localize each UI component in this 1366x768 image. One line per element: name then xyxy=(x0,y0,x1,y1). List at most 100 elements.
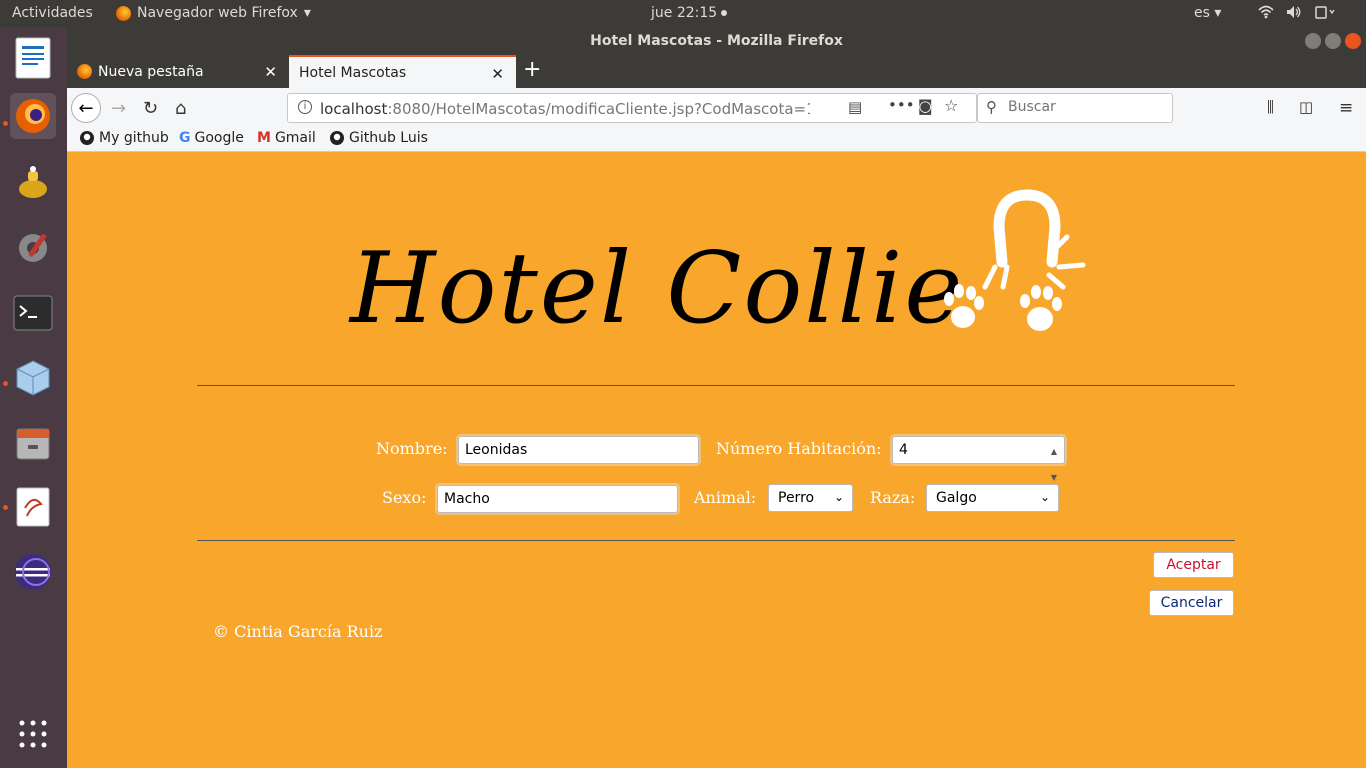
cancelar-button[interactable]: Cancelar xyxy=(1149,590,1234,616)
number-spinner[interactable]: ▲ ▼ xyxy=(1048,439,1060,482)
bookmark-label: Google xyxy=(194,130,244,146)
footer-copyright: © Cintia García Ruiz xyxy=(213,622,383,641)
menu-icon[interactable]: ≡ xyxy=(1339,98,1353,118)
github-icon xyxy=(330,131,344,145)
animal-select[interactable]: Perro ⌄ xyxy=(768,484,853,512)
show-applications-button[interactable] xyxy=(10,711,56,757)
chevron-down-icon: ▾ xyxy=(1214,5,1222,21)
notification-dot xyxy=(721,10,728,16)
volume-icon xyxy=(1287,6,1301,18)
cube-icon xyxy=(16,360,50,396)
app-menu-label: Navegador web Firefox xyxy=(137,5,298,21)
app-menu[interactable]: Navegador web Firefox ▾ xyxy=(116,5,311,21)
firefox-icon xyxy=(116,5,131,21)
search-input[interactable] xyxy=(1008,99,1158,115)
grid-icon xyxy=(19,720,47,748)
close-tab-icon[interactable]: ✕ xyxy=(491,65,504,83)
dock-virtualbox[interactable] xyxy=(10,355,56,401)
github-icon xyxy=(80,131,94,145)
bookmark-google[interactable]: G Google xyxy=(179,130,244,146)
system-tray[interactable] xyxy=(1258,5,1336,19)
window-title: Hotel Mascotas - Mozilla Firefox xyxy=(590,33,843,49)
chevron-down-icon: ⌄ xyxy=(1039,490,1050,504)
url-path: :8080/HotelMascotas/modificaCliente.jsp?… xyxy=(387,100,810,118)
chevron-down-icon: ▾ xyxy=(303,5,311,21)
nombre-input[interactable] xyxy=(458,436,699,464)
header-divider xyxy=(197,385,1235,386)
search-icon: ⚲ xyxy=(986,98,997,116)
pocket-icon[interactable]: ◙ xyxy=(918,97,933,115)
bookmark-my-github[interactable]: My github xyxy=(79,130,169,146)
sexo-input[interactable] xyxy=(437,485,678,513)
page-content: Hotel Collie Nombre: Número Habitación: … xyxy=(67,152,1366,768)
clock-label: jue 22:15 xyxy=(651,5,718,21)
clock[interactable]: jue 22:15 xyxy=(651,5,728,21)
language-indicator[interactable]: es ▾ xyxy=(1194,5,1221,21)
navigation-toolbar: ← → ↻ ⌂ i localhost:8080/HotelMascotas/m… xyxy=(67,88,1366,128)
gmail-icon: M xyxy=(257,130,271,146)
dock-file-manager[interactable] xyxy=(10,420,56,466)
running-indicator xyxy=(3,381,8,386)
writer-icon xyxy=(15,37,51,79)
dock-document-viewer[interactable] xyxy=(10,484,56,530)
close-window-button[interactable] xyxy=(1345,33,1361,49)
dock-system-settings[interactable] xyxy=(10,225,56,271)
form-divider xyxy=(197,540,1235,541)
search-bar[interactable]: ⚲ xyxy=(977,93,1173,123)
tab-strip: Nueva pestaña ✕ Hotel Mascotas ✕ + xyxy=(67,55,1366,88)
spin-up-icon[interactable]: ▲ xyxy=(1051,439,1057,465)
document-viewer-icon xyxy=(16,487,50,527)
animal-label: Animal: xyxy=(694,488,757,507)
browser-window: Hotel Mascotas - Mozilla Firefox Nueva p… xyxy=(67,27,1366,768)
launcher-dock xyxy=(0,27,67,768)
forward-button[interactable]: → xyxy=(111,98,126,119)
wifi-icon xyxy=(1258,5,1274,19)
file-cabinet-icon xyxy=(16,428,50,460)
activities-button[interactable]: Actividades xyxy=(12,5,93,21)
maximize-button[interactable] xyxy=(1325,33,1341,49)
new-tab-button[interactable]: + xyxy=(523,57,541,82)
tab-hotel-mascotas[interactable]: Hotel Mascotas ✕ xyxy=(289,55,516,88)
bookmark-star-icon[interactable]: ☆ xyxy=(944,96,958,115)
library-icon[interactable]: ⫼ xyxy=(1267,98,1274,116)
minimize-button[interactable] xyxy=(1305,33,1321,49)
power-icon xyxy=(1315,6,1335,19)
raza-select[interactable]: Galgo ⌄ xyxy=(926,484,1059,512)
numero-habitacion-input[interactable]: 4 ▲ ▼ xyxy=(892,436,1065,482)
back-button[interactable]: ← xyxy=(71,93,101,123)
eclipse-icon xyxy=(15,554,51,590)
url-text: localhost:8080/HotelMascotas/modificaCli… xyxy=(320,100,810,118)
firefox-icon xyxy=(16,99,50,133)
dock-lamp[interactable] xyxy=(10,160,56,206)
dock-firefox[interactable] xyxy=(10,93,56,139)
reload-button[interactable]: ↻ xyxy=(143,98,158,119)
animal-select-value: Perro xyxy=(778,490,815,506)
page-actions-icon[interactable]: ••• xyxy=(888,96,915,114)
url-bar[interactable]: i localhost:8080/HotelMascotas/modificaC… xyxy=(287,93,977,123)
home-button[interactable]: ⌂ xyxy=(175,98,186,119)
dock-terminal[interactable] xyxy=(10,290,56,336)
aceptar-button[interactable]: Aceptar xyxy=(1153,552,1234,578)
close-tab-icon[interactable]: ✕ xyxy=(264,63,277,81)
bookmark-label: Github Luis xyxy=(349,130,428,146)
firefox-icon xyxy=(77,64,92,79)
system-top-bar: Actividades Navegador web Firefox ▾ jue … xyxy=(0,0,1366,27)
dock-eclipse[interactable] xyxy=(10,549,56,595)
info-icon[interactable]: i xyxy=(298,100,312,114)
language-label: es xyxy=(1194,5,1210,21)
numero-habitacion-label: Número Habitación: xyxy=(716,439,882,458)
tab-new-tab[interactable]: Nueva pestaña ✕ xyxy=(67,55,289,88)
bookmark-label: Gmail xyxy=(274,130,316,146)
site-logo-text: Hotel Collie xyxy=(350,232,965,346)
raza-select-value: Galgo xyxy=(936,490,977,506)
raza-label: Raza: xyxy=(870,488,916,507)
bookmark-gmail[interactable]: M Gmail xyxy=(257,130,316,146)
sidebar-icon[interactable]: ◫ xyxy=(1299,98,1313,116)
terminal-icon xyxy=(13,295,53,331)
reader-view-icon[interactable]: ▤ xyxy=(848,98,862,116)
numero-habitacion-value: 4 xyxy=(899,442,908,458)
sexo-label: Sexo: xyxy=(382,488,427,507)
settings-icon xyxy=(19,233,47,262)
dock-libreoffice-writer[interactable] xyxy=(10,35,56,81)
bookmark-github-luis[interactable]: Github Luis xyxy=(329,130,428,146)
